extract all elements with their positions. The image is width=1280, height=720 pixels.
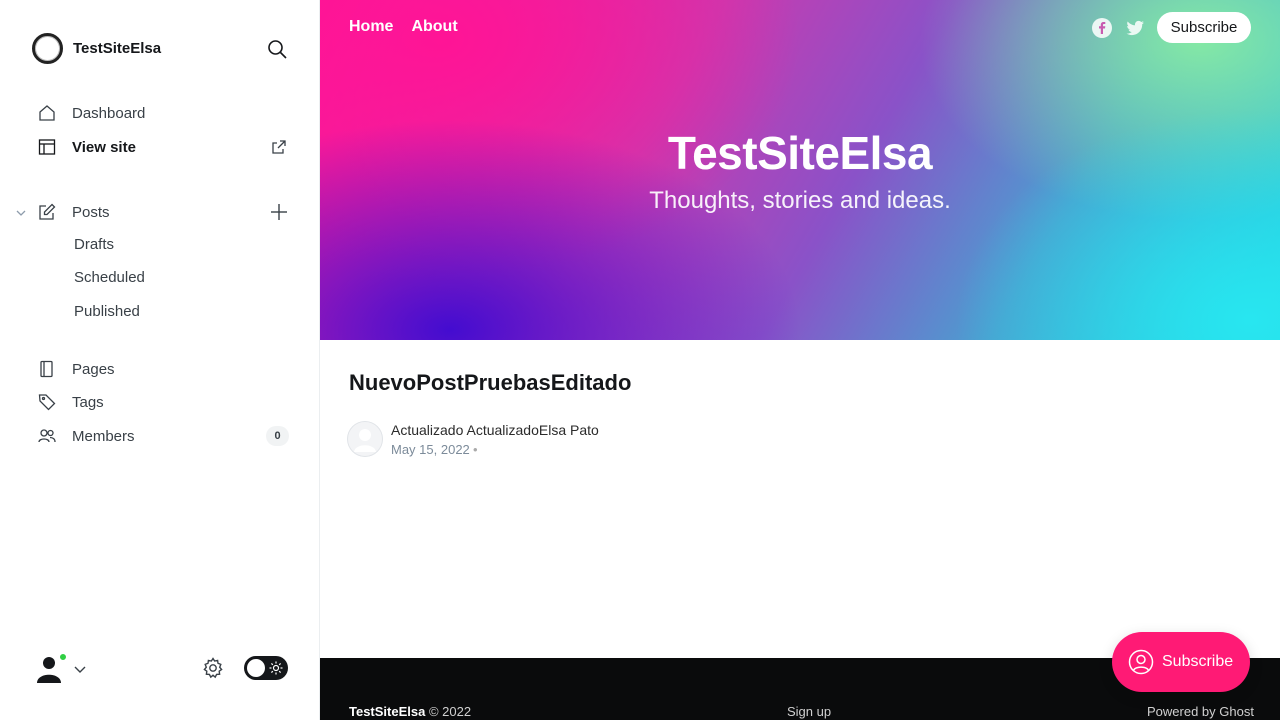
- post-date: May 15, 2022: [391, 442, 470, 457]
- site-title: TestSiteElsa: [667, 127, 933, 179]
- nav-tags[interactable]: Tags: [38, 390, 104, 414]
- footer-signup-link[interactable]: Sign up: [787, 704, 831, 719]
- toggle-knob: [247, 659, 265, 677]
- members-icon: [38, 427, 56, 445]
- edit-icon: [38, 203, 56, 221]
- portal-subscribe-button[interactable]: Subscribe: [1112, 632, 1250, 692]
- admin-sidebar: TestSiteElsa Dashboard View site Posts D…: [0, 0, 320, 720]
- nav-dashboard[interactable]: Dashboard: [38, 101, 145, 125]
- site-description: Thoughts, stories and ideas.: [649, 187, 951, 214]
- layout-icon: [38, 138, 56, 156]
- nav-drafts[interactable]: Drafts: [74, 234, 114, 256]
- header-subscribe-button[interactable]: Subscribe: [1157, 12, 1251, 43]
- meta-separator: •: [473, 442, 478, 457]
- nav-published[interactable]: Published: [74, 301, 140, 323]
- members-count-badge: 0: [266, 426, 289, 446]
- portal-subscribe-label: Subscribe: [1162, 653, 1234, 670]
- nav-link-about[interactable]: About: [411, 18, 457, 36]
- footer-powered-by[interactable]: Powered by Ghost: [1147, 704, 1254, 719]
- facebook-icon[interactable]: [1092, 18, 1112, 38]
- site-hero: Home About Subscribe TestSiteElsa Though…: [320, 0, 1280, 340]
- sun-icon: [269, 661, 283, 675]
- new-post-plus-icon[interactable]: [269, 202, 289, 222]
- online-status-dot: [58, 652, 68, 662]
- site-logo-icon: [32, 33, 63, 64]
- site-preview: Home About Subscribe TestSiteElsa Though…: [320, 0, 1280, 720]
- site-brand[interactable]: TestSiteElsa: [32, 33, 161, 64]
- home-icon: [38, 104, 56, 122]
- author-name[interactable]: Actualizado ActualizadoElsa Pato: [391, 422, 599, 438]
- chevron-down-icon[interactable]: [15, 206, 27, 218]
- nav-view-site[interactable]: View site: [38, 135, 136, 159]
- nav-pages[interactable]: Pages: [38, 357, 115, 381]
- nav-dashboard-label: Dashboard: [72, 104, 146, 122]
- search-icon[interactable]: [265, 37, 289, 61]
- site-nav: Home About: [349, 18, 458, 36]
- tag-icon: [38, 393, 56, 411]
- nav-scheduled[interactable]: Scheduled: [74, 267, 145, 289]
- external-link-icon[interactable]: [271, 139, 287, 155]
- nav-posts[interactable]: Posts: [38, 200, 110, 224]
- footer-site-name[interactable]: TestSiteElsa: [349, 704, 425, 719]
- site-name: TestSiteElsa: [73, 40, 162, 57]
- nav-link-home[interactable]: Home: [349, 18, 393, 36]
- nav-posts-label: Posts: [72, 203, 110, 221]
- nav-view-site-label: View site: [72, 138, 136, 156]
- user-circle-icon: [1128, 649, 1154, 675]
- settings-gear-icon[interactable]: [201, 656, 225, 680]
- footer-copyright: TestSiteElsa © 2022: [349, 704, 471, 719]
- theme-toggle[interactable]: [244, 656, 288, 680]
- page-icon: [38, 360, 56, 378]
- nav-tags-label: Tags: [72, 393, 104, 411]
- chevron-down-icon[interactable]: [73, 662, 87, 673]
- post-title[interactable]: NuevoPostPruebasEditado: [349, 370, 631, 396]
- nav-members[interactable]: Members: [38, 424, 135, 448]
- nav-members-label: Members: [72, 427, 135, 445]
- nav-pages-label: Pages: [72, 360, 115, 378]
- footer-copyright-text: © 2022: [428, 704, 472, 719]
- twitter-icon[interactable]: [1125, 18, 1145, 38]
- author-avatar[interactable]: [347, 421, 383, 457]
